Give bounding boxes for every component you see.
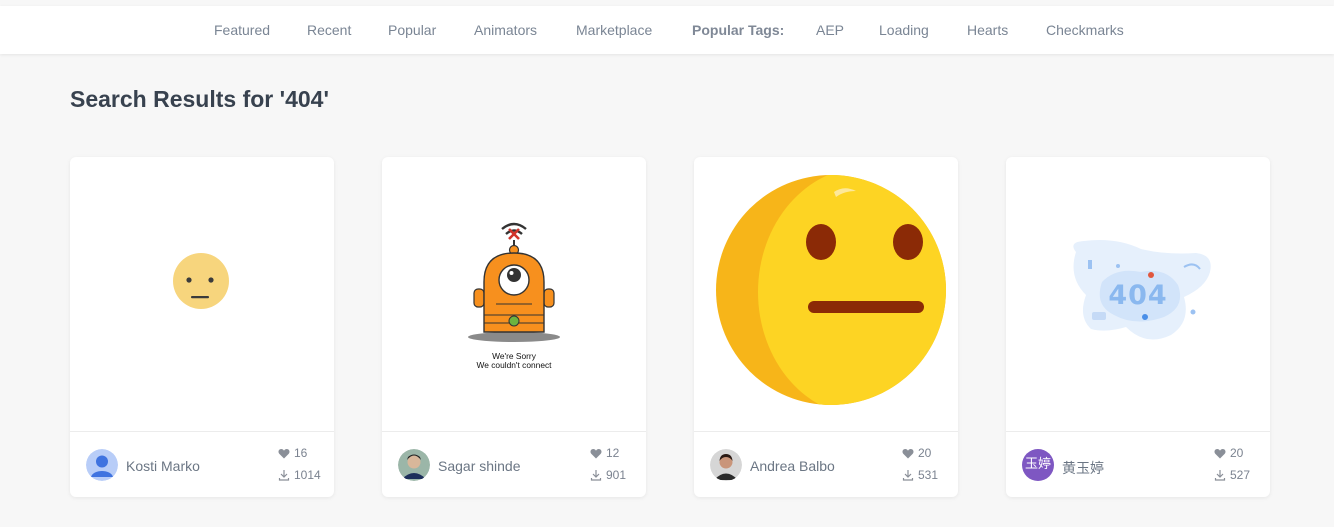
neutral-face-small-icon: [173, 253, 229, 309]
likes-value: 20: [918, 446, 932, 460]
download-icon: [1214, 470, 1226, 481]
likes-count: 20: [902, 446, 931, 460]
animation-preview[interactable]: 404: [1006, 157, 1270, 432]
heart-icon: [590, 448, 602, 458]
likes-count: 16: [278, 446, 307, 460]
downloads-count: 901: [590, 468, 626, 482]
likes-value: 20: [1230, 446, 1244, 460]
animation-card[interactable]: 404 玉婷 黄玉婷 20 527: [1006, 157, 1270, 497]
downloads-value: 901: [606, 468, 627, 482]
tag-hearts[interactable]: Hearts: [967, 22, 1008, 38]
tag-checkmarks[interactable]: Checkmarks: [1046, 22, 1124, 38]
tag-aep[interactable]: AEP: [816, 22, 844, 38]
animation-preview[interactable]: We're Sorry We couldn't connect: [382, 157, 646, 432]
top-nav: Featured Recent Popular Animators Market…: [0, 6, 1334, 54]
robot-no-connection-icon: We're Sorry We couldn't connect: [468, 222, 560, 370]
avatar[interactable]: [710, 449, 742, 481]
animation-card[interactable]: We're Sorry We couldn't connect Sagar sh…: [382, 157, 646, 497]
profile-photo-icon: [710, 449, 742, 481]
card-footer: Andrea Balbo 20 531: [694, 432, 958, 497]
avatar[interactable]: [86, 449, 118, 481]
404-illustration-icon: 404: [1073, 240, 1211, 340]
likes-value: 16: [294, 446, 308, 460]
tag-loading[interactable]: Loading: [879, 22, 929, 38]
preview-text: We couldn't connect: [476, 360, 552, 370]
downloads-value: 1014: [294, 468, 321, 482]
downloads-count: 527: [1214, 468, 1250, 482]
popular-tags-label: Popular Tags:: [692, 22, 785, 38]
heart-icon: [278, 448, 290, 458]
author-name[interactable]: Kosti Marko: [126, 458, 200, 474]
heart-icon: [902, 448, 914, 458]
download-icon: [590, 470, 602, 481]
card-footer: Kosti Marko 16 1014: [70, 432, 334, 497]
download-icon: [278, 470, 290, 481]
profile-photo-icon: [398, 449, 430, 481]
heart-icon: [1214, 448, 1226, 458]
card-footer: Sagar shinde 12 901: [382, 432, 646, 497]
nav-animators[interactable]: Animators: [474, 22, 537, 38]
nav-recent[interactable]: Recent: [307, 22, 351, 38]
downloads-value: 531: [918, 468, 939, 482]
avatar-initials: 玉婷: [1022, 449, 1054, 481]
downloads-value: 527: [1230, 468, 1251, 482]
search-results-heading: Search Results for '404': [70, 86, 329, 112]
animation-preview[interactable]: [70, 157, 334, 432]
likes-value: 12: [606, 446, 620, 460]
animation-card[interactable]: Kosti Marko 16 1014: [70, 157, 334, 497]
nav-marketplace[interactable]: Marketplace: [576, 22, 652, 38]
preview-text: 404: [1108, 280, 1167, 311]
nav-popular[interactable]: Popular: [388, 22, 436, 38]
card-footer: 玉婷 黄玉婷 20 527: [1006, 432, 1270, 497]
likes-count: 20: [1214, 446, 1243, 460]
animation-preview[interactable]: [694, 157, 958, 432]
avatar[interactable]: 玉婷: [1022, 449, 1054, 481]
download-icon: [902, 470, 914, 481]
likes-count: 12: [590, 446, 619, 460]
avatar[interactable]: [398, 449, 430, 481]
downloads-count: 531: [902, 468, 938, 482]
neutral-face-large-icon: [716, 175, 946, 405]
author-name[interactable]: Andrea Balbo: [750, 458, 835, 474]
downloads-count: 1014: [278, 468, 321, 482]
animation-card[interactable]: Andrea Balbo 20 531: [694, 157, 958, 497]
author-name[interactable]: Sagar shinde: [438, 458, 521, 474]
nav-featured[interactable]: Featured: [214, 22, 270, 38]
user-icon: [86, 449, 118, 481]
author-name[interactable]: 黄玉婷: [1062, 458, 1104, 478]
